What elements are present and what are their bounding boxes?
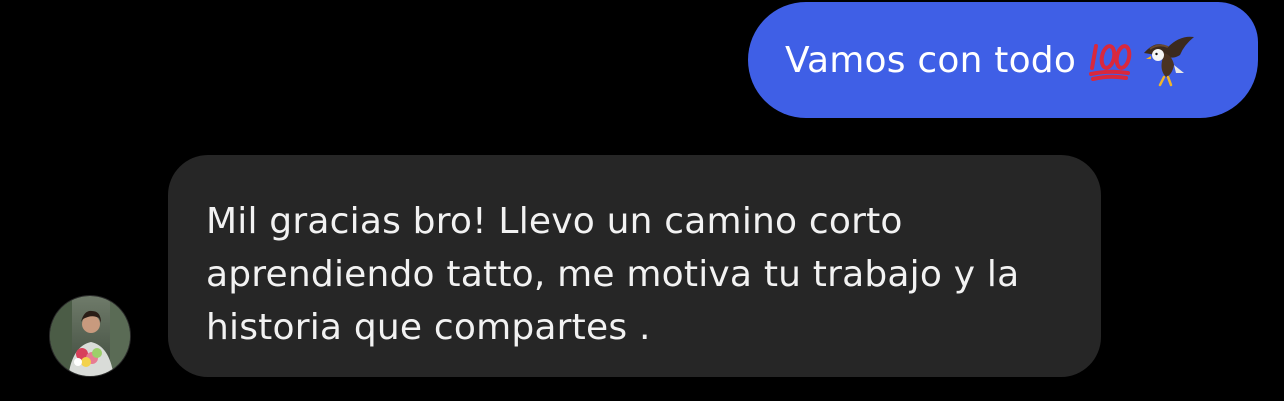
outgoing-message-text: Vamos con todo [785, 39, 1077, 81]
sender-avatar[interactable] [49, 295, 131, 377]
incoming-message-line: aprendiendo tatto, me motiva tu trabajo … [206, 254, 1020, 295]
eagle-emoji-icon [1138, 33, 1196, 87]
hundred-points-emoji-icon [1088, 38, 1136, 82]
incoming-message-bubble[interactable]: Mil gracias bro! Llevo un camino corto a… [168, 155, 1101, 377]
profile-photo-avatar-icon [50, 296, 130, 376]
incoming-message-line: Mil gracias bro! Llevo un camino corto [206, 201, 903, 242]
incoming-message-line: historia que compartes . [206, 307, 651, 348]
outgoing-message-bubble[interactable]: Vamos con todo [748, 2, 1258, 118]
chat-thread: Vamos con todo Mil gracias bro! Llevo un… [0, 0, 1284, 401]
